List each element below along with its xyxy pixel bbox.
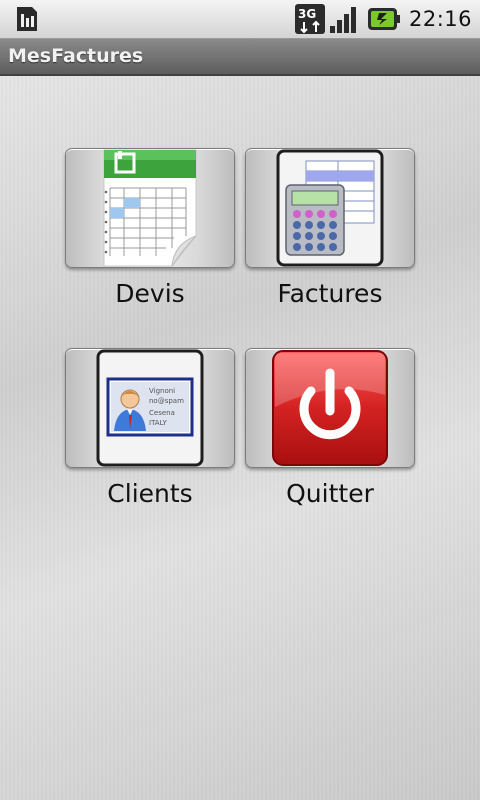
devis-button[interactable] [65,148,235,268]
clients-button[interactable]: Vignoni no@spam Cesena ITALY [65,348,235,468]
clock: 22:16 [408,7,472,31]
calculator-invoice-icon [276,149,384,267]
card-city: Cesena [149,409,175,417]
network-type-text: 3G [298,7,316,21]
menu-tile-quitter: Quitter [245,348,415,508]
sim-card-icon [17,7,37,31]
main-menu: Devis Factures Vignoni no@spam Cesena IT… [0,76,480,800]
devis-label: Devis [115,279,185,308]
battery-charging-icon [367,8,400,30]
factures-label: Factures [277,279,383,308]
app-title: MesFactures [8,45,144,67]
menu-tile-factures: Factures [245,148,415,308]
status-bar: 3G 22:16 [0,0,480,39]
card-email: no@spam [149,397,184,405]
title-bar: MesFactures [0,39,480,76]
quitter-button[interactable] [245,348,415,468]
power-icon [272,350,388,466]
signal-strength-icon [329,7,356,33]
quitter-label: Quitter [286,479,374,508]
card-country: ITALY [149,419,168,427]
card-name: Vignoni [149,387,175,395]
spreadsheet-document-icon [103,149,197,267]
3g-data-icon: 3G [294,4,325,34]
menu-tile-clients: Vignoni no@spam Cesena ITALY Clients [65,348,235,508]
menu-tile-devis: Devis [65,148,235,308]
factures-button[interactable] [245,148,415,268]
clients-label: Clients [107,479,193,508]
business-card-icon: Vignoni no@spam Cesena ITALY [96,349,204,467]
